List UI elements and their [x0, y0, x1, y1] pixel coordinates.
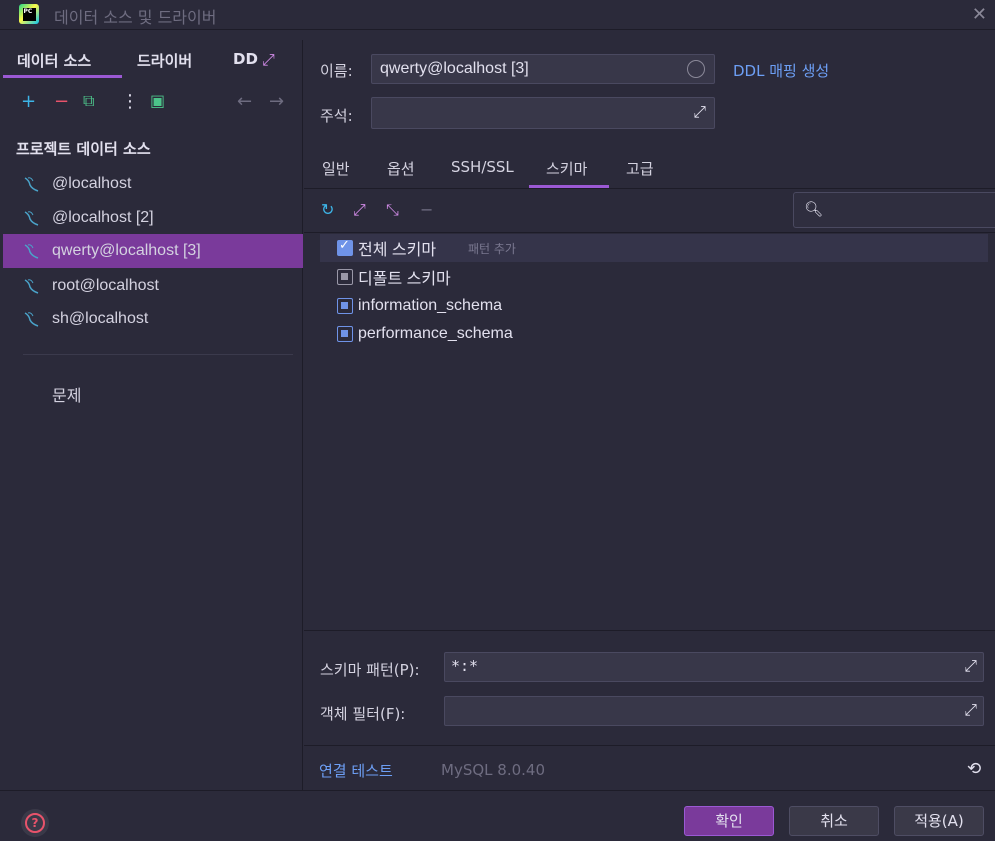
- comment-field[interactable]: ⤢: [371, 97, 715, 129]
- minus-icon[interactable]: −: [420, 200, 433, 219]
- driver-version: MySQL 8.0.40: [441, 761, 545, 779]
- tab-ssh-ssl[interactable]: SSH/SSL: [451, 158, 514, 176]
- divider: [304, 745, 995, 746]
- refresh-icon[interactable]: ↻: [321, 200, 334, 219]
- tab-schemas[interactable]: 스키마: [546, 158, 587, 179]
- list-item[interactable]: @localhost [2]: [3, 201, 303, 235]
- close-icon[interactable]: ✕: [972, 4, 987, 25]
- left-panel: 데이터 소스 드라이버 DD ⤢ + − ⧉ ⋮ ▣ ← → 프로젝트 데이터 …: [3, 40, 303, 790]
- pattern-area: 스키마 패턴(P): *:* ⤢ 객체 필터(F): ⤢ 연결 테스트 MySQ…: [304, 630, 995, 790]
- expand-icon[interactable]: ⤢: [262, 50, 275, 70]
- add-icon[interactable]: +: [21, 91, 36, 112]
- tree-row[interactable]: performance_schema: [320, 320, 988, 348]
- checkbox[interactable]: [337, 269, 353, 285]
- name-label: 이름:: [320, 62, 353, 80]
- mysql-icon: [24, 312, 39, 327]
- divider: [23, 354, 293, 355]
- search-input[interactable]: 🔍︎: [793, 192, 995, 228]
- apply-button[interactable]: 적용(A): [894, 806, 984, 836]
- collapse-all-icon[interactable]: ⤡: [386, 200, 399, 220]
- ok-button[interactable]: 확인: [684, 806, 774, 836]
- tab-advanced[interactable]: 고급: [626, 158, 654, 179]
- list-item[interactable]: qwerty@localhost [3]: [3, 234, 303, 268]
- help-icon: ?: [25, 813, 45, 833]
- tree-row-label: 디폴트 스키마: [358, 271, 451, 288]
- name-field[interactable]: qwerty@localhost [3]: [371, 54, 715, 84]
- pycharm-logo-icon: PC: [19, 4, 39, 24]
- tree-row[interactable]: 디폴트 스키마: [320, 263, 988, 291]
- schema-pattern-value: *:*: [451, 657, 479, 675]
- expand-icon[interactable]: ⤢: [693, 102, 706, 122]
- help-button[interactable]: ?: [21, 809, 49, 837]
- cancel-button[interactable]: 취소: [789, 806, 879, 836]
- expand-all-icon[interactable]: ⤢: [353, 200, 366, 220]
- list-item-label: @localhost [2]: [52, 209, 154, 226]
- problems-item[interactable]: 문제: [52, 382, 81, 406]
- color-circle-icon[interactable]: [687, 60, 705, 78]
- schema-pattern-field[interactable]: *:* ⤢: [444, 652, 984, 682]
- list-item-label: sh@localhost: [52, 310, 149, 327]
- tree-row-label: 전체 스키마: [358, 242, 437, 259]
- window-title: 데이터 소스 및 드라이버: [54, 8, 217, 27]
- title-bar: PC 데이터 소스 및 드라이버 ✕: [0, 0, 995, 30]
- forward-arrow-icon[interactable]: →: [269, 91, 284, 112]
- schema-pattern-label: 스키마 패턴(P):: [320, 661, 420, 679]
- mysql-icon: [24, 211, 39, 226]
- list-item[interactable]: sh@localhost: [3, 302, 303, 336]
- expand-icon[interactable]: ⤢: [964, 700, 977, 720]
- active-tab-indicator: [529, 185, 609, 188]
- name-value: qwerty@localhost [3]: [380, 60, 529, 77]
- schema-tree: 전체 스키마 패턴 추가 디폴트 스키마 information_schema …: [304, 232, 995, 630]
- reset-icon[interactable]: ⟲: [967, 759, 981, 779]
- tree-row-label: information_schema: [358, 297, 503, 314]
- footer: ? 확인 취소 적용(A): [0, 790, 995, 841]
- mysql-icon: [24, 177, 39, 192]
- ddl-mapping-link[interactable]: DDL 매핑 생성: [733, 60, 829, 81]
- list-item-label: @localhost: [52, 175, 132, 192]
- tree-row[interactable]: information_schema: [320, 292, 988, 320]
- tab-general[interactable]: 일반: [322, 158, 350, 179]
- section-title: 프로젝트 데이터 소스: [16, 140, 151, 158]
- expand-icon[interactable]: ⤢: [964, 656, 977, 676]
- test-connection-link[interactable]: 연결 테스트: [319, 760, 393, 781]
- checkbox[interactable]: [337, 298, 353, 314]
- object-filter-field[interactable]: ⤢: [444, 696, 984, 726]
- list-item[interactable]: @localhost: [3, 167, 303, 201]
- copy-icon[interactable]: ⧉: [83, 91, 94, 111]
- add-pattern-hint[interactable]: 패턴 추가: [468, 240, 516, 257]
- tab-ddl[interactable]: DD: [233, 50, 258, 68]
- object-filter-label: 객체 필터(F):: [320, 705, 406, 723]
- checkbox[interactable]: [337, 238, 353, 256]
- tab-options[interactable]: 옵션: [387, 158, 415, 179]
- list-item-label: qwerty@localhost [3]: [52, 242, 201, 259]
- remove-icon[interactable]: −: [54, 91, 69, 112]
- checkbox[interactable]: [337, 326, 353, 342]
- tab-data-sources[interactable]: 데이터 소스: [17, 50, 91, 71]
- tab-bar: 일반 옵션 SSH/SSL 스키마 고급: [304, 152, 995, 189]
- list-item-label: root@localhost: [52, 277, 159, 294]
- right-panel: 이름: qwerty@localhost [3] DDL 매핑 생성 주석: ⤢…: [304, 40, 995, 790]
- more-icon[interactable]: ⋮: [121, 91, 139, 112]
- tab-drivers[interactable]: 드라이버: [137, 50, 192, 71]
- mysql-icon: [24, 244, 39, 259]
- active-tab-indicator: [3, 75, 122, 78]
- tree-row-label: performance_schema: [358, 325, 513, 342]
- mysql-icon: [24, 279, 39, 294]
- comment-label: 주석:: [320, 107, 353, 125]
- import-icon[interactable]: ▣: [150, 91, 165, 110]
- search-icon: 🔍︎: [804, 200, 824, 218]
- back-arrow-icon[interactable]: ←: [237, 91, 252, 112]
- tree-row[interactable]: 전체 스키마 패턴 추가: [320, 234, 988, 262]
- list-item[interactable]: root@localhost: [3, 269, 303, 303]
